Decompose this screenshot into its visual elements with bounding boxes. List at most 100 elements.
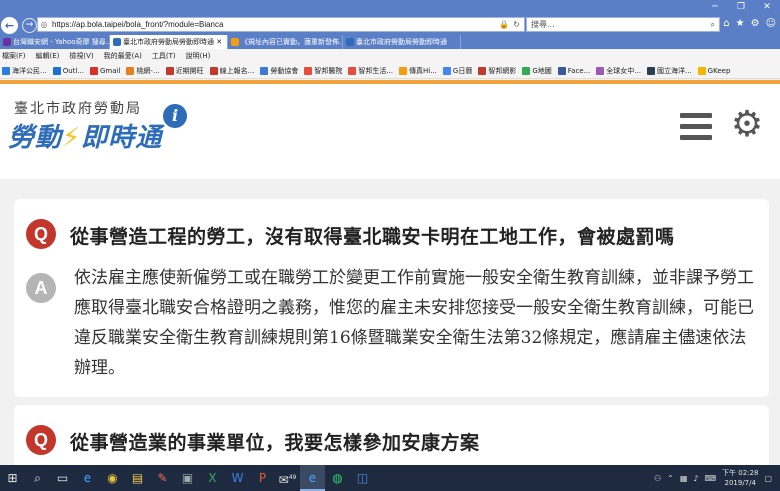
site-logo[interactable]: 勞動⚡即時通 <box>8 117 162 154</box>
ie-browser-icon[interactable]: e <box>300 465 325 491</box>
favorite-icon <box>646 66 655 75</box>
search-input[interactable]: 搜尋... <box>531 19 555 30</box>
windows-taskbar: ⊞ ⌕ ▭ e ◉ ▤ ✎ ▣ X W P ✉49 e ◍ ◫ ⚇ ⌃ ▦ ♪ … <box>0 465 780 491</box>
menu-help[interactable]: 說明(H) <box>186 51 211 61</box>
menu-file[interactable]: 檔案(F) <box>2 51 26 61</box>
favorite-icon <box>478 66 487 75</box>
faq-question[interactable]: 從事營造業的事業單位，我要怎樣參加安康方案 <box>70 428 480 455</box>
favorite-icon <box>596 66 605 75</box>
favorite-link[interactable]: Face... <box>557 66 590 75</box>
star-icon[interactable]: ★ <box>736 18 745 29</box>
task-view-icon[interactable]: ▭ <box>50 465 75 491</box>
refresh-icon[interactable]: ↻ <box>513 20 520 29</box>
smiley-icon[interactable]: ☺ <box>766 18 776 29</box>
favorite-link[interactable]: G日曆 <box>442 66 472 76</box>
address-bar[interactable]: ◎ https://ap.bola.taipei/bola_front/?mod… <box>37 17 525 32</box>
file-explorer-icon[interactable]: ▤ <box>125 465 150 491</box>
menu-edit[interactable]: 編輯(E) <box>36 51 60 61</box>
favorite-link[interactable]: 國立海洋... <box>646 66 692 76</box>
search-icon[interactable]: ⌕ <box>25 465 50 491</box>
maximize-icon[interactable]: ❐ <box>728 0 754 15</box>
gear-icon[interactable]: ⚙ <box>751 18 760 29</box>
app2-icon[interactable]: ◫ <box>350 465 375 491</box>
faq-answer: 依法雇主應使新僱勞工或在職勞工於變更工作前實施一般安全衛生教育訓練，並非課予勞工… <box>74 268 754 378</box>
favorite-link[interactable]: Gmail <box>90 66 120 75</box>
favorite-link[interactable]: Outl... <box>52 66 84 75</box>
favorite-icon <box>697 66 706 75</box>
menu-view[interactable]: 檢視(V) <box>69 51 93 61</box>
favorite-link[interactable]: GKeep <box>697 66 730 75</box>
volume-icon[interactable]: ♪ <box>693 474 698 483</box>
window-controls: ─ ❐ ✕ <box>702 0 780 15</box>
favorites-bar: 海洋公民... Outl... Gmail 桃網-... 近期開旺 線上報名... 勞動協會… <box>0 63 780 79</box>
forward-button[interactable]: → <box>22 17 37 33</box>
favorite-link[interactable]: 線上報名... <box>209 66 254 76</box>
favorite-icon <box>2 66 10 75</box>
edge-browser-icon[interactable]: e <box>75 465 100 491</box>
question-badge: Q <box>26 425 56 455</box>
settings-gear-icon[interactable]: ⚙ <box>729 107 765 143</box>
window-titlebar: ─ ❐ ✕ <box>0 0 780 15</box>
tab-notice[interactable]: 《規址內容已實動，蓮重新發佈... <box>228 35 343 49</box>
powerpoint-icon[interactable]: P <box>250 465 275 491</box>
notification-icon[interactable]: ▢ <box>764 474 772 483</box>
lightning-bolt-icon: ⚡ <box>62 123 82 153</box>
site-favicon-icon: ◎ <box>40 20 48 29</box>
windows-start-icon[interactable]: ⊞ <box>0 465 25 491</box>
favorite-link[interactable]: 海洋公民... <box>2 66 47 76</box>
network-icon[interactable]: ▦ <box>680 474 688 483</box>
search-box[interactable]: 搜尋... ⌕ <box>526 17 720 32</box>
site-favicon-icon <box>346 38 354 46</box>
browser-tools: ⌂ ★ ⚙ ☺ <box>723 18 776 29</box>
home-icon[interactable]: ⌂ <box>723 18 729 29</box>
search-icon[interactable]: ⌕ <box>711 20 715 30</box>
favorite-link[interactable]: 智邦醫院 <box>304 66 342 76</box>
chrome-icon[interactable]: ◉ <box>100 465 125 491</box>
lock-icon[interactable]: 🔒 <box>499 20 509 29</box>
favorite-icon <box>165 66 174 75</box>
favorite-link[interactable]: 桃網-... <box>126 66 160 76</box>
minimize-icon[interactable]: ─ <box>702 0 728 15</box>
favorite-link[interactable]: 近期開旺 <box>165 66 204 76</box>
browser-nav-bar: ← → ◎ https://ap.bola.taipei/bola_front/… <box>0 15 780 35</box>
favorite-link[interactable]: 智邦網影 <box>478 66 516 76</box>
tab-yahoo[interactable]: 台灣職安網 - Yahoo奇摩 搜尋... <box>0 35 110 49</box>
answer-badge: A <box>26 273 56 303</box>
favorite-link[interactable]: G地圖 <box>522 66 552 76</box>
menu-tools[interactable]: 工具(T) <box>152 51 176 61</box>
back-button[interactable]: ← <box>1 16 18 34</box>
favorite-link[interactable]: 智邦生活... <box>348 66 393 76</box>
line-icon[interactable]: ◍ <box>325 465 350 491</box>
paint-icon[interactable]: ✎ <box>150 465 175 491</box>
people-icon[interactable]: ⚇ <box>654 474 661 483</box>
taskbar-clock[interactable]: 下午 02:28 2019/7/4 <box>722 468 758 488</box>
hamburger-menu-icon[interactable] <box>680 113 712 141</box>
faq-question[interactable]: 從事營造工程的勞工，沒有取得臺北職安卡明在工地工作，會被處罰嗎 <box>70 222 675 249</box>
favorite-icon <box>304 66 313 75</box>
favorite-icon <box>522 66 531 75</box>
favorite-icon <box>442 66 451 75</box>
menu-favorites[interactable]: 我的最愛(A) <box>104 51 142 61</box>
faq-card: Q 從事營造業的事業單位，我要怎樣參加安康方案 <box>14 405 769 465</box>
faq-card: Q 從事營造工程的勞工，沒有取得臺北職安卡明在工地工作，會被處罰嗎 A 依法雇主… <box>14 199 769 397</box>
chevron-up-icon[interactable]: ⌃ <box>667 474 674 483</box>
tab-bola-active[interactable]: 臺北市政府勞動局勞動即時通 ✕ <box>110 35 228 49</box>
word-icon[interactable]: W <box>225 465 250 491</box>
favorite-icon <box>348 66 357 75</box>
mail-icon[interactable]: ✉49 <box>275 465 300 491</box>
tab-bar: 台灣職安網 - Yahoo奇摩 搜尋... 臺北市政府勞動局勞動即時通 ✕ 《規… <box>0 35 780 49</box>
close-icon[interactable]: ✕ <box>754 0 780 15</box>
favorite-link[interactable]: 勞動協會 <box>260 66 298 76</box>
site-favicon-icon <box>113 38 121 46</box>
close-tab-icon[interactable]: ✕ <box>214 38 222 46</box>
keyboard-icon[interactable]: ⌨ <box>704 474 716 483</box>
excel-icon[interactable]: X <box>200 465 225 491</box>
favorite-link[interactable]: 全球女中... <box>596 66 641 76</box>
tab-bola-2[interactable]: 臺北市政府勞動局勞動即時通 <box>343 35 461 49</box>
favorite-link[interactable]: 傳真Hi... <box>399 66 437 76</box>
app-icon[interactable]: ▣ <box>175 465 200 491</box>
org-name: 臺北市政府勞動局 <box>14 101 142 117</box>
address-tools: 🔒 ↻ <box>499 20 520 29</box>
address-text[interactable]: https://ap.bola.taipei/bola_front/?modul… <box>52 20 499 29</box>
favorite-icon <box>209 66 218 75</box>
